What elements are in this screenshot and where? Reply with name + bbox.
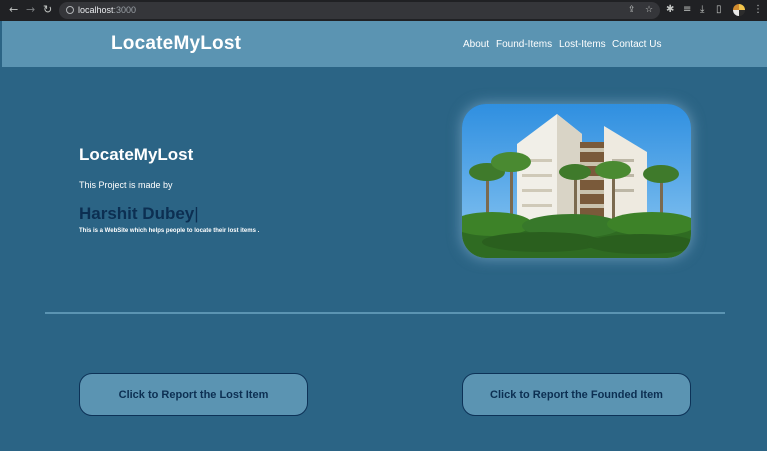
reload-icon[interactable]: ↻ xyxy=(43,4,52,16)
report-lost-item-button[interactable]: Click to Report the Lost Item xyxy=(79,373,308,416)
url-host: localhost xyxy=(78,5,114,15)
kebab-menu-icon[interactable]: ⋮ xyxy=(753,4,763,15)
forward-arrow-icon[interactable]: → xyxy=(26,4,35,16)
hero-description: This is a WebSite which helps people to … xyxy=(79,228,260,234)
url-port: :3000 xyxy=(113,5,137,15)
sidepanel-icon[interactable]: ▯ xyxy=(716,4,722,15)
author-name: Harshit Dubey| xyxy=(79,204,199,224)
building-illustration xyxy=(462,104,691,258)
building-photo xyxy=(462,104,691,258)
nav-contact-us[interactable]: Contact Us xyxy=(612,39,661,50)
extensions-icon[interactable]: ✱ xyxy=(666,4,674,15)
url-text: localhost:3000 xyxy=(78,5,136,15)
browser-toolbar: ← → ↻ localhost:3000 ⇪ ☆ ✱ ≡ ⤓ ▯ ⋮ xyxy=(0,0,767,21)
back-arrow-icon[interactable]: ← xyxy=(9,4,18,16)
media-icon[interactable]: ≡ xyxy=(683,4,691,15)
site-header: LocateMyLost About Found-Items Lost-Item… xyxy=(2,21,767,67)
site-info-icon[interactable] xyxy=(66,6,74,14)
download-icon[interactable]: ⤓ xyxy=(700,4,704,15)
typing-cursor: | xyxy=(194,204,199,223)
nav-about[interactable]: About xyxy=(463,39,489,50)
brand-logo[interactable]: LocateMyLost xyxy=(111,33,241,55)
nav-found-items[interactable]: Found-Items xyxy=(496,39,552,50)
bookmark-star-icon[interactable]: ☆ xyxy=(645,5,653,15)
section-divider xyxy=(45,312,725,314)
hero-title: LocateMyLost xyxy=(79,145,194,164)
address-bar[interactable]: localhost:3000 ⇪ ☆ xyxy=(59,2,660,19)
profile-avatar[interactable] xyxy=(733,4,745,16)
hero-subtitle: This Project is made by xyxy=(79,180,173,190)
report-found-item-button[interactable]: Click to Report the Founded Item xyxy=(462,373,691,416)
share-icon[interactable]: ⇪ xyxy=(628,5,636,15)
author-name-text: Harshit Dubey xyxy=(79,204,195,223)
nav-lost-items[interactable]: Lost-Items xyxy=(559,39,606,50)
